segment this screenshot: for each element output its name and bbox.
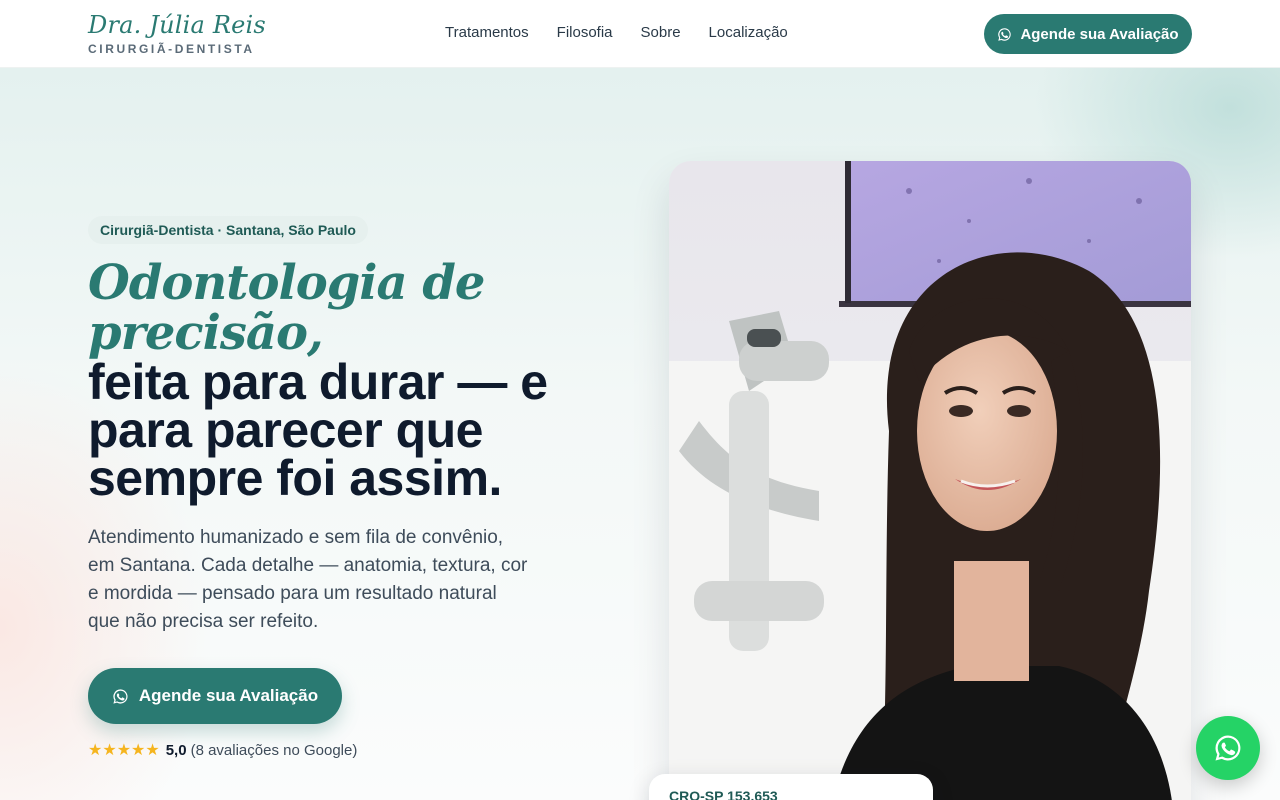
hero-lead: Atendimento humanizado e sem fila de con…	[88, 524, 538, 636]
lead-line: que não precisa ser refeito.	[88, 611, 319, 632]
headline-bold-line: para parecer que	[88, 402, 483, 458]
hero-schedule-button[interactable]: Agende sua Avaliação	[88, 668, 342, 724]
hero-schedule-label: Agende sua Avaliação	[138, 686, 319, 705]
doctor-photo-illustration	[669, 161, 1191, 800]
header-schedule-label: Agende sua Avaliação	[1020, 25, 1179, 43]
lead-line: Atendimento humanizado e sem fila de con…	[88, 527, 504, 548]
lead-line: em Santana. Cada detalhe — anatomia, tex…	[88, 555, 528, 576]
google-rating: ★★★★★ 5,0 (8 avaliações no Google)	[88, 740, 357, 760]
rating-text: (8 avaliações no Google)	[190, 741, 358, 759]
whatsapp-floating-button[interactable]	[1196, 716, 1260, 780]
site-header: Dra. Júlia Reis CIRURGIÃ-DENTISTA Tratam…	[0, 0, 1280, 68]
doctor-photo	[669, 161, 1191, 800]
headline-bold-line: sempre foi assim.	[88, 450, 502, 506]
whatsapp-icon	[112, 688, 129, 705]
location-badge: Cirurgiã-Dentista · Santana, São Paulo	[88, 216, 368, 244]
lead-line: e mordida — pensado para um resultado na…	[88, 583, 497, 604]
logo-subtitle: CIRURGIÃ-DENTISTA	[88, 42, 255, 56]
whatsapp-icon	[997, 27, 1012, 42]
cro-card: CRO-SP 153.653	[649, 774, 933, 800]
nav-localizacao[interactable]: Localização	[709, 24, 788, 41]
header-schedule-button[interactable]: Agende sua Avaliação	[984, 14, 1192, 54]
headline-italic-line: precisão,	[88, 305, 324, 361]
main-nav: Tratamentos Filosofia Sobre Localização	[445, 24, 788, 41]
star-icon: ★★★★★	[88, 742, 160, 759]
whatsapp-icon	[1213, 733, 1243, 763]
headline-italic: Odontologia de precisão,	[88, 255, 485, 361]
nav-filosofia[interactable]: Filosofia	[557, 24, 613, 41]
cro-number: CRO-SP 153.653	[669, 788, 778, 800]
logo-name[interactable]: Dra. Júlia Reis	[88, 11, 266, 39]
headline-bold-line: feita para durar — e	[88, 354, 548, 410]
nav-sobre[interactable]: Sobre	[641, 24, 681, 41]
nav-tratamentos[interactable]: Tratamentos	[445, 24, 529, 41]
headline-bold: feita para durar — e para parecer que se…	[88, 354, 548, 506]
rating-value: 5,0	[165, 741, 187, 759]
headline-italic-line: Odontologia de	[88, 255, 485, 311]
